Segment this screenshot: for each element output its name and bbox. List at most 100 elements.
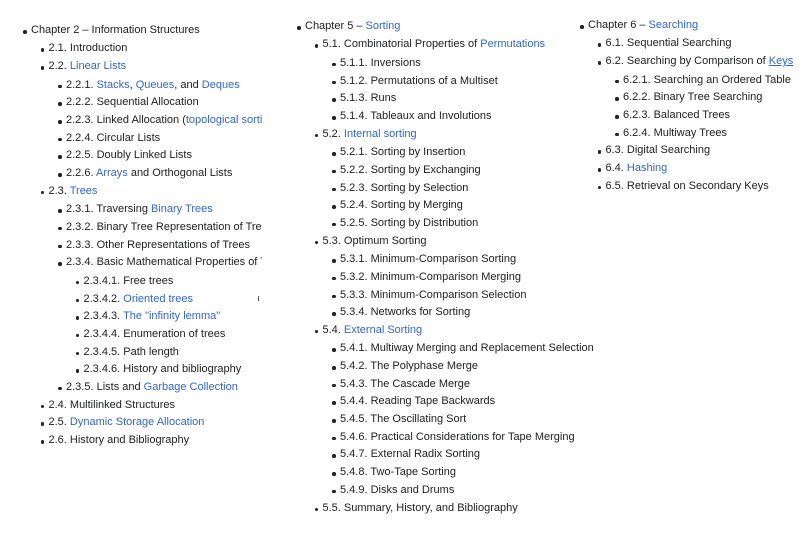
- toc-item: 2.2.4. Circular Lists: [0, 130, 262, 148]
- toc-item: Chapter 6 – Searching: [570, 17, 793, 35]
- toc-item-row: 2.3.4.6. History and bibliography: [75, 361, 263, 379]
- toc-link[interactable]: Arrays: [96, 167, 128, 179]
- toc-item: 2.3.4.2. Oriented trees: [0, 291, 262, 309]
- toc-item: 2.3.4. Basic Mathematical Properties of …: [0, 254, 262, 272]
- toc-item-row: 5.3.2. Minimum-Comparison Merging: [332, 269, 594, 287]
- toc-item: 5.4.2. The Polyphase Merge: [290, 358, 594, 376]
- toc-link[interactable]: Deques: [202, 79, 240, 91]
- toc-text: 2.3.4.3.: [83, 310, 124, 323]
- toc-item-row: 6.2.1. Searching an Ordered Table: [614, 72, 793, 90]
- toc-item-row: 5.4.8. Two-Tape Sorting: [332, 464, 594, 482]
- toc-text: 6.2.1. Searching an Ordered Table: [623, 73, 791, 86]
- chapter-2-column: Chapter 2 – Information Structures 2.1. I…: [0, 0, 262, 546]
- toc-item-row: 2.3.4.5. Path length: [75, 344, 263, 362]
- toc-item-row: 5.2.2. Sorting by Exchanging: [332, 162, 594, 180]
- toc-item: 2.2.3. Linked Allocation (topological so…: [0, 112, 262, 130]
- toc-link[interactable]: Queues: [136, 79, 175, 91]
- toc-item: 5.4.4. Reading Tape Backwards: [290, 393, 594, 411]
- toc-text: 2.5.: [48, 416, 70, 429]
- toc-item: 5.3.2. Minimum-Comparison Merging: [290, 269, 594, 287]
- toc-text: 5.4.3. The Cascade Merge: [340, 377, 471, 390]
- toc-item: 2.2.2. Sequential Allocation: [0, 94, 262, 112]
- toc-link[interactable]: Sorting: [366, 20, 401, 32]
- toc-link[interactable]: Binary Trees: [151, 203, 213, 215]
- toc-text: 5.1.4. Tableaux and Involutions: [340, 110, 492, 123]
- stray-mark: [258, 296, 259, 301]
- toc-text: 2.3.4.1. Free trees: [83, 274, 174, 287]
- toc-item-row: 5.1.1. Inversions: [332, 55, 594, 73]
- toc-item: 2.6. History and Bibliography: [0, 432, 262, 450]
- toc-item-row: 2.5. Dynamic Storage Allocation: [40, 414, 263, 432]
- toc-text: 5.3.2. Minimum-Comparison Merging: [340, 270, 521, 283]
- toc-link[interactable]: Dynamic Storage Allocation: [70, 416, 205, 428]
- toc-item: 6.2. Searching by Comparison of Keys: [570, 53, 793, 71]
- toc-item-row: 6.2. Searching by Comparison of Keys: [597, 53, 793, 71]
- toc-link[interactable]: Internal sorting: [344, 128, 417, 140]
- toc-text: 2.4. Multilinked Structures: [48, 398, 176, 411]
- toc-link[interactable]: Linear Lists: [70, 60, 126, 72]
- toc-item-row: 6.5. Retrieval on Secondary Keys: [597, 178, 794, 196]
- toc-text: 5.2.: [322, 127, 344, 140]
- toc-text: 5.1.3. Runs: [340, 92, 397, 105]
- toc-item: 6.2.4. Multiway Trees: [570, 125, 793, 143]
- toc-text: Chapter 5 –: [305, 20, 366, 32]
- toc-text: 5.2.3. Sorting by Selection: [340, 181, 469, 194]
- toc-text: 5.4.: [322, 323, 344, 336]
- toc-text: 5.2.2. Sorting by Exchanging: [340, 163, 481, 176]
- toc-item: 2.3.4.4. Enumeration of trees: [0, 326, 262, 344]
- toc-item-row: 2.1. Introduction: [40, 40, 263, 58]
- toc-link[interactable]: Hashing: [627, 162, 667, 174]
- toc-link[interactable]: The "infinity lemma": [123, 310, 220, 322]
- toc-item: 5.2. Internal sorting: [290, 126, 594, 144]
- toc-text: 5.3.4. Networks for Sorting: [340, 306, 471, 319]
- toc-item-row: 5.1. Combinatorial Properties of Permuta…: [314, 36, 594, 54]
- toc-item-row: 2.2.5. Doubly Linked Lists: [57, 147, 262, 165]
- toc-item-row: 2.3.4.3. The "infinity lemma": [75, 308, 263, 326]
- toc-link[interactable]: Stacks: [97, 79, 130, 91]
- toc-item-row: 5.4.3. The Cascade Merge: [332, 376, 594, 394]
- toc-link[interactable]: topological sorting: [186, 114, 262, 126]
- toc-text: 2.3.1. Traversing: [66, 203, 151, 216]
- toc-item-row: Chapter 6 – Searching: [579, 17, 793, 35]
- toc-text: 5.4.9. Disks and Drums: [340, 483, 455, 496]
- toc-text: 6.2. Searching by Comparison of: [605, 55, 769, 68]
- toc-text: 5.4.4. Reading Tape Backwards: [340, 395, 496, 408]
- toc-text: 2.2.2. Sequential Allocation: [66, 96, 199, 109]
- toc-item: 2.3.1. Traversing Binary Trees: [0, 201, 262, 219]
- toc-text: 6.1. Sequential Searching: [605, 37, 732, 50]
- toc-item: 2.3.4.6. History and bibliography: [0, 361, 262, 379]
- toc-item-row: 5.2.1. Sorting by Insertion: [332, 144, 594, 162]
- toc-item: 2.2. Linear Lists: [0, 58, 262, 76]
- toc-item-row: 2.3.4.4. Enumeration of trees: [75, 326, 263, 344]
- toc-text: 2.3.4. Basic Mathematical Properties of …: [66, 256, 262, 269]
- toc-link[interactable]: Garbage Collection: [144, 381, 238, 393]
- toc-text: 2.2.6.: [66, 167, 96, 180]
- toc-link[interactable]: Oriented trees: [123, 293, 193, 305]
- toc-text: 6.3. Digital Searching: [605, 144, 711, 157]
- toc-text: 5.3.1. Minimum-Comparison Sorting: [340, 253, 517, 266]
- toc-item-row: 5.2.5. Sorting by Distribution: [332, 215, 594, 233]
- toc-item-row: 6.2.3. Balanced Trees: [614, 107, 793, 125]
- toc-link[interactable]: Permutations: [480, 38, 545, 50]
- toc-text: 6.2.3. Balanced Trees: [623, 109, 731, 122]
- toc-link[interactable]: Keys: [769, 55, 793, 67]
- toc-item: 5.3. Optimum Sorting: [290, 233, 594, 251]
- toc-text: 5.1.2. Permutations of a Multiset: [340, 74, 498, 87]
- toc-item: 5.4.5. The Oscillating Sort: [290, 411, 594, 429]
- toc-item: 2.3.4.3. The "infinity lemma": [0, 308, 262, 326]
- toc-item: 2.2.1. Stacks, Queues, and Deques: [0, 77, 262, 95]
- toc-item: 6.3. Digital Searching: [570, 142, 793, 160]
- toc-item-row: 5.4.4. Reading Tape Backwards: [332, 393, 594, 411]
- toc-item: 5.3.1. Minimum-Comparison Sorting: [290, 251, 594, 269]
- toc-text: 5.5. Summary, History, and Bibliography: [322, 501, 518, 514]
- toc-item: 6.2.1. Searching an Ordered Table: [570, 72, 793, 90]
- toc-link[interactable]: External Sorting: [344, 324, 422, 336]
- toc-item-row: 6.1. Sequential Searching: [597, 35, 794, 53]
- toc-text: 5.2.5. Sorting by Distribution: [340, 216, 479, 229]
- toc-text: 2.3.5. Lists and: [66, 380, 144, 393]
- toc-link[interactable]: Trees: [70, 185, 98, 197]
- toc-link[interactable]: Searching: [649, 19, 699, 31]
- toc-text: 2.2.1.: [66, 78, 97, 91]
- toc-item: 5.3.3. Minimum-Comparison Selection: [290, 287, 594, 305]
- toc-item-row: 2.3.5. Lists and Garbage Collection: [57, 379, 262, 397]
